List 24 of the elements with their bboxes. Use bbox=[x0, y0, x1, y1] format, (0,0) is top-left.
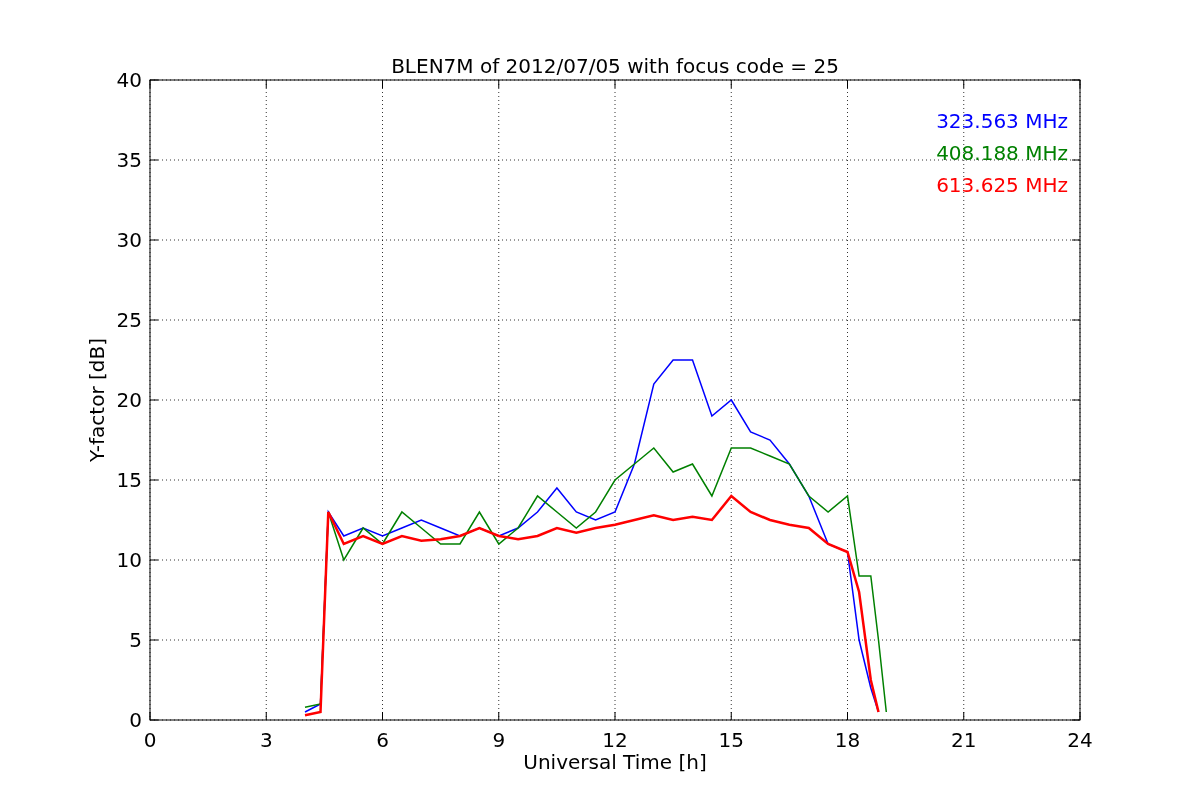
x-axis-label: Universal Time [h] bbox=[523, 750, 707, 774]
y-tick-label: 20 bbox=[116, 388, 142, 412]
x-tick-label: 9 bbox=[492, 728, 506, 752]
y-tick-label: 30 bbox=[116, 228, 142, 252]
y-tick-label: 15 bbox=[116, 468, 142, 492]
x-tick-label: 18 bbox=[834, 728, 861, 752]
x-tick-label: 6 bbox=[376, 728, 389, 752]
x-tick-label: 0 bbox=[143, 728, 157, 752]
y-axis-label: Y-factor [dB] bbox=[85, 338, 109, 462]
x-tick-label: 15 bbox=[718, 728, 744, 752]
legend-label: 323.563 MHz bbox=[936, 109, 1068, 133]
y-tick-label: 0 bbox=[129, 708, 142, 732]
legend-label: 613.625 MHz bbox=[936, 173, 1068, 197]
x-tick-label: 3 bbox=[259, 728, 273, 752]
y-tick-label: 25 bbox=[116, 308, 142, 332]
x-tick-label: 21 bbox=[951, 728, 977, 752]
y-tick-label: 40 bbox=[116, 68, 142, 92]
y-tick-label: 5 bbox=[129, 628, 142, 652]
legend-label: 408.188 MHz bbox=[936, 141, 1068, 165]
y-tick-label: 10 bbox=[116, 548, 142, 572]
y-tick-label: 35 bbox=[116, 148, 142, 172]
x-tick-label: 12 bbox=[602, 728, 628, 752]
x-tick-label: 24 bbox=[1067, 728, 1093, 752]
chart-title: BLEN7M of 2012/07/05 with focus code = 25 bbox=[391, 54, 839, 78]
